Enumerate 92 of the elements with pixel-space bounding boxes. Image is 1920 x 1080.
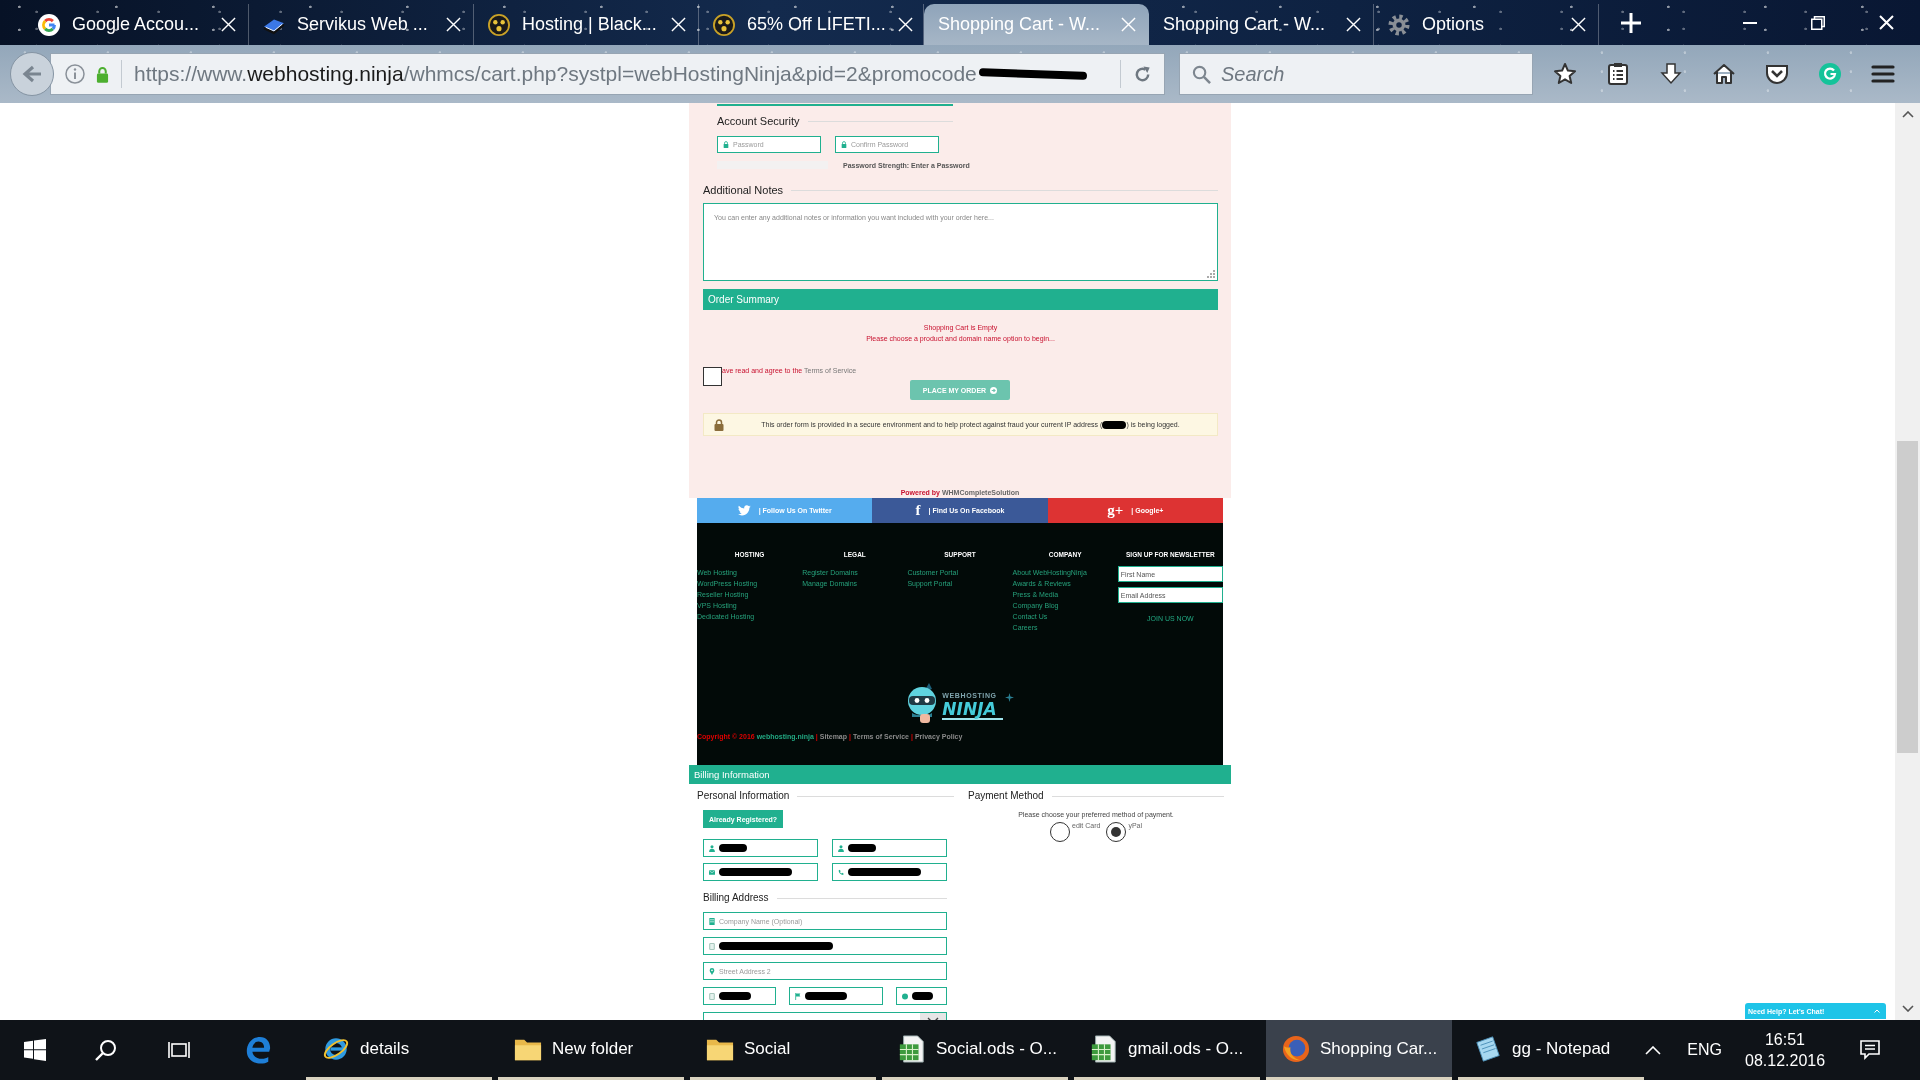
browser-tab[interactable]: 65% Off LIFETI... — [699, 4, 924, 45]
notepad-icon — [1474, 1034, 1502, 1063]
address-bar[interactable]: https://www.webhosting.ninja/whmcs/cart.php?systpl=webHostingNinja&pid=2&promocode — [50, 53, 1165, 95]
browser-tab[interactable]: Options — [1374, 4, 1599, 45]
logo-wordmark: NINJA — [942, 700, 1003, 720]
taskbar-app-button[interactable]: gmail.ods - O... — [1074, 1020, 1260, 1080]
building-icon — [709, 917, 715, 925]
padlock-icon — [723, 141, 729, 148]
section-heading: Account Security — [717, 114, 800, 128]
dot-icon — [902, 992, 908, 1000]
close-icon[interactable] — [897, 17, 913, 32]
info-icon[interactable] — [65, 64, 85, 84]
person-icon — [709, 844, 715, 852]
browser-tab[interactable]: Shopping Cart - W... — [1149, 4, 1374, 45]
minimize-icon[interactable] — [1743, 21, 1757, 24]
scrollbar-thumb[interactable] — [1897, 441, 1918, 753]
radio-button[interactable] — [1106, 822, 1127, 842]
browser-tab[interactable]: Hosting | Black... — [474, 4, 699, 45]
scrollbar[interactable] — [1895, 103, 1920, 1020]
padlock-icon — [714, 418, 724, 431]
browser-tab[interactable]: Servikus Web ... — [249, 4, 474, 45]
flag-icon — [795, 992, 801, 1000]
shuriken-icon — [1004, 693, 1014, 702]
download-icon[interactable] — [1659, 62, 1683, 86]
input-field[interactable] — [703, 937, 947, 955]
tablet-icon — [709, 942, 715, 950]
terms-checkbox[interactable] — [703, 367, 722, 386]
input-field[interactable] — [789, 987, 883, 1005]
tablet-icon — [709, 992, 715, 1000]
task-view-icon[interactable] — [167, 1039, 190, 1061]
g-logo-icon — [38, 13, 60, 36]
plus-icon[interactable] — [1621, 12, 1641, 33]
close-icon[interactable] — [671, 17, 686, 32]
back-arrow-icon — [22, 65, 42, 83]
taskbar-app-button[interactable]: gg - Notepad — [1458, 1020, 1644, 1080]
close-icon[interactable] — [1346, 17, 1361, 32]
order-summary-bar: Order Summary — [703, 289, 1218, 310]
taskbar-app-button[interactable]: Social.ods - O... — [882, 1020, 1068, 1080]
clipboard-list-icon[interactable] — [1606, 62, 1630, 86]
input-field[interactable] — [703, 863, 818, 881]
search-icon — [1192, 64, 1211, 84]
section-heading: Billing Address — [703, 891, 769, 905]
fox-globe-icon — [1282, 1034, 1310, 1063]
star-icon[interactable] — [1553, 62, 1577, 86]
section-heading: Additional Notes — [703, 183, 784, 197]
gear-icon — [1388, 13, 1410, 36]
windows-logo-icon[interactable] — [24, 1039, 46, 1061]
spreadsheet-icon — [898, 1034, 926, 1063]
close-icon[interactable] — [446, 17, 461, 32]
home-icon[interactable] — [1712, 62, 1736, 86]
reload-icon[interactable] — [1133, 64, 1152, 84]
restore-icon[interactable] — [1811, 15, 1825, 30]
input-field[interactable] — [703, 839, 818, 857]
phone-icon — [838, 868, 844, 876]
chevron-up-icon — [1874, 1009, 1880, 1013]
billing-bar: Billing Information — [689, 765, 1231, 784]
resize-grip-icon[interactable] — [1206, 269, 1215, 278]
g-plus-icon: g+ — [1107, 503, 1124, 518]
taskbar-app-button[interactable]: Shopping Car... — [1266, 1020, 1452, 1080]
round-badge-icon — [488, 13, 510, 36]
taskbar-app-button[interactable]: details — [306, 1020, 492, 1080]
bird-icon — [737, 505, 751, 516]
menu-icon[interactable] — [1871, 62, 1895, 86]
back-button[interactable] — [10, 52, 54, 96]
section-heading: Payment Method — [968, 790, 1044, 802]
envelope-icon — [709, 868, 715, 876]
input-field[interactable] — [832, 863, 947, 881]
round-badge-icon — [713, 13, 735, 36]
close-icon[interactable] — [1878, 15, 1894, 30]
map-pin-icon — [709, 967, 715, 975]
input-field[interactable] — [703, 987, 776, 1005]
taskbar-app-button[interactable]: New folder — [498, 1020, 684, 1080]
chevron-up-icon[interactable] — [1645, 1045, 1662, 1055]
input-field[interactable] — [896, 987, 947, 1005]
clock[interactable]: 16:51 08.12.2016 — [1745, 1029, 1825, 1071]
search-icon[interactable] — [95, 1039, 117, 1061]
close-icon[interactable] — [221, 17, 236, 32]
section-heading: Personal Information — [697, 790, 790, 802]
f-letter-icon: f — [915, 503, 921, 518]
radio-button[interactable] — [1050, 822, 1070, 842]
speech-bubble-icon[interactable] — [1860, 1040, 1880, 1060]
search-field[interactable]: Search — [1179, 53, 1533, 95]
close-icon[interactable] — [1571, 17, 1586, 32]
circle-arrow-icon — [990, 386, 998, 394]
taskbar-app-button[interactable]: Social — [690, 1020, 876, 1080]
language-indicator[interactable]: ENG — [1687, 1041, 1722, 1059]
padlock-icon — [841, 141, 847, 148]
shield-chevron-icon[interactable] — [1765, 62, 1789, 86]
spreadsheet-icon — [1090, 1034, 1118, 1063]
person-icon — [838, 844, 844, 852]
browser-tab[interactable]: Google Accou... — [24, 4, 249, 45]
input-field[interactable] — [832, 839, 947, 857]
